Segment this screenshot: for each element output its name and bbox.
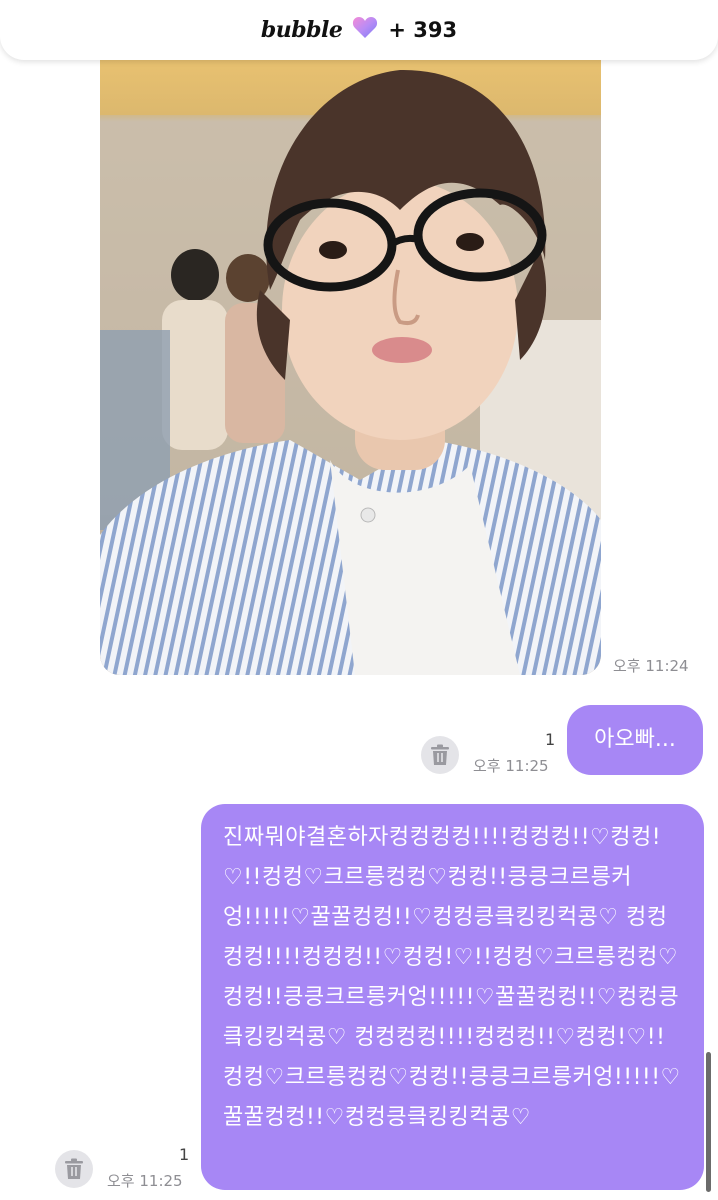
trash-icon	[431, 744, 449, 765]
message-bubble[interactable]: 아오빠...	[567, 705, 703, 775]
gradient-heart-icon	[352, 16, 378, 44]
delete-message-button[interactable]	[421, 736, 459, 774]
selfie-photo	[100, 60, 601, 675]
delete-message-button[interactable]	[55, 1150, 93, 1188]
trash-icon	[65, 1158, 83, 1179]
message-timestamp: 오후 11:24	[613, 657, 689, 675]
read-count: 1	[179, 1145, 190, 1164]
message-text: 아오빠...	[594, 727, 676, 752]
unread-count: + 393	[388, 18, 458, 42]
bubble-logo: bubble	[260, 17, 343, 43]
chat-header: bubble + 393	[0, 0, 718, 60]
message-timestamp: 오후 11:25	[473, 757, 549, 775]
read-count: 1	[545, 730, 556, 749]
message-text: 진짜뭐야결혼하자컹컹컹컹!!!!컹컹컹!!♡컹컹!♡!!컹컹♡크르릉컹컹♡컹컹!…	[223, 825, 681, 1130]
photo-message[interactable]	[100, 60, 601, 675]
scrollbar[interactable]	[706, 1052, 711, 1192]
message-bubble[interactable]: 진짜뭐야결혼하자컹컹컹컹!!!!컹컹컹!!♡컹컹!♡!!컹컹♡크르릉컹컹♡컹컹!…	[201, 804, 704, 1190]
message-timestamp: 오후 11:25	[107, 1172, 183, 1190]
